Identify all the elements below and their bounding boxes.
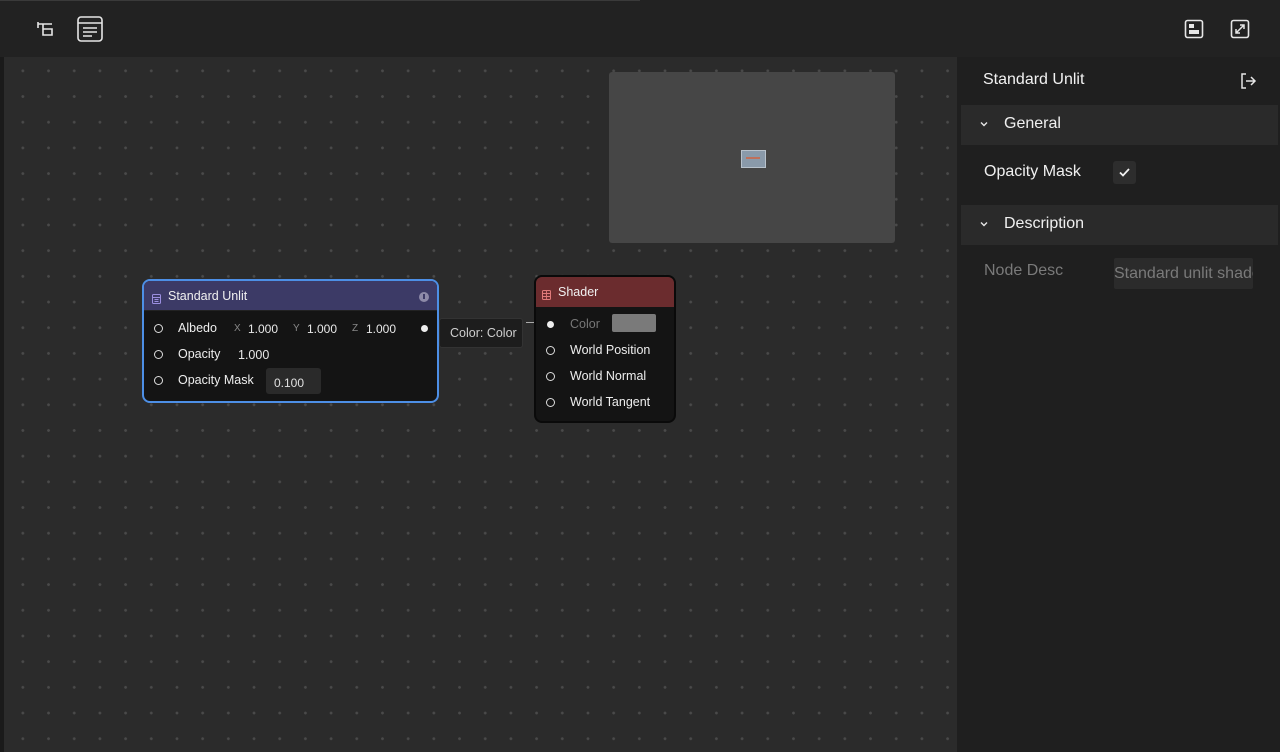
tree-layout-icon — [37, 22, 53, 36]
checkmark-icon — [1119, 168, 1130, 177]
node-desc-label: Node Desc — [984, 262, 1064, 279]
minimap-node-marker — [746, 157, 760, 159]
blackboard-icon — [77, 16, 103, 42]
opacity-label: Opacity — [178, 347, 221, 361]
albedo-z-axis: Z — [352, 323, 359, 334]
opacity-input-port[interactable] — [154, 350, 163, 359]
description-section-header[interactable]: Description — [961, 205, 1278, 245]
blackboard-button[interactable] — [75, 14, 105, 44]
world-position-row: World Position — [536, 341, 674, 361]
graph-canvas[interactable]: Standard Unlit Albedo X 1.000 Y 1.000 Z … — [4, 57, 957, 752]
node-desc-value: Standard unlit shader — [1114, 265, 1253, 282]
node-title: Standard Unlit — [168, 288, 248, 303]
shader-color-row: Color — [536, 314, 674, 335]
opacity-mask-prop-label: Opacity Mask — [984, 163, 1081, 180]
opacity-mask-label: Opacity Mask — [178, 373, 254, 387]
albedo-y-value[interactable]: 1.000 — [307, 322, 337, 336]
general-section-header[interactable]: General — [961, 105, 1278, 145]
opacity-mask-input-port[interactable] — [154, 376, 163, 385]
albedo-x-value[interactable]: 1.000 — [248, 322, 278, 336]
world-normal-label: World Normal — [570, 369, 647, 383]
standard-unlit-node[interactable]: Standard Unlit Albedo X 1.000 Y 1.000 Z … — [142, 279, 439, 403]
minimap-viewport[interactable] — [741, 150, 766, 168]
node-desc-input[interactable]: Standard unlit shader — [1114, 258, 1253, 289]
albedo-z-value[interactable]: 1.000 — [366, 322, 396, 336]
fullscreen-button[interactable] — [1225, 14, 1255, 44]
description-section-title: Description — [1004, 215, 1085, 232]
node-header[interactable]: Standard Unlit — [144, 281, 437, 311]
shader-node-title: Shader — [558, 285, 599, 299]
albedo-y-axis: Y — [293, 323, 300, 334]
color-input-port[interactable] — [547, 321, 554, 328]
opacity-mask-checkbox[interactable] — [1113, 161, 1136, 184]
albedo-input-port[interactable] — [154, 324, 163, 333]
world-tangent-label: World Tangent — [570, 395, 651, 409]
world-position-label: World Position — [570, 343, 651, 357]
tree-layout-button[interactable] — [30, 14, 60, 44]
world-tangent-port[interactable] — [546, 398, 555, 407]
layout-panel-icon — [1184, 19, 1204, 39]
info-icon[interactable] — [419, 292, 429, 302]
shader-node-header[interactable]: Shader — [536, 277, 674, 307]
color-label: Color — [570, 317, 600, 331]
minimap[interactable] — [609, 72, 895, 243]
inspector-panel: Standard Unlit General Opacity Mask Desc… — [957, 57, 1280, 752]
chevron-down-icon — [980, 122, 988, 127]
albedo-row: Albedo X 1.000 Y 1.000 Z 1.000 — [144, 319, 437, 339]
general-section-title: General — [1004, 115, 1061, 132]
node-type-icon — [152, 291, 161, 304]
connection-tooltip: Color: Color — [439, 318, 523, 348]
albedo-label: Albedo — [178, 321, 217, 335]
color-swatch[interactable] — [612, 314, 656, 332]
albedo-x-axis: X — [234, 323, 241, 334]
chevron-down-icon — [980, 222, 988, 227]
world-position-port[interactable] — [546, 346, 555, 355]
layout-panel-button[interactable] — [1179, 14, 1209, 44]
opacity-value[interactable]: 1.000 — [238, 348, 269, 362]
shader-node[interactable]: Shader Color World Position World Normal… — [534, 275, 676, 423]
albedo-output-port[interactable] — [421, 325, 428, 332]
opacity-row: Opacity 1.000 — [144, 345, 437, 365]
exit-icon[interactable] — [1238, 71, 1258, 91]
toolbar-divider — [0, 0, 640, 1]
shader-icon — [542, 287, 551, 300]
opacity-mask-row: Opacity Mask 0.100 — [144, 368, 437, 394]
world-normal-port[interactable] — [546, 372, 555, 381]
top-toolbar — [0, 0, 1280, 57]
world-normal-row: World Normal — [536, 367, 674, 387]
fullscreen-icon — [1230, 19, 1250, 39]
opacity-mask-value[interactable]: 0.100 — [266, 368, 321, 394]
world-tangent-row: World Tangent — [536, 393, 674, 413]
inspector-title: Standard Unlit — [983, 71, 1085, 88]
